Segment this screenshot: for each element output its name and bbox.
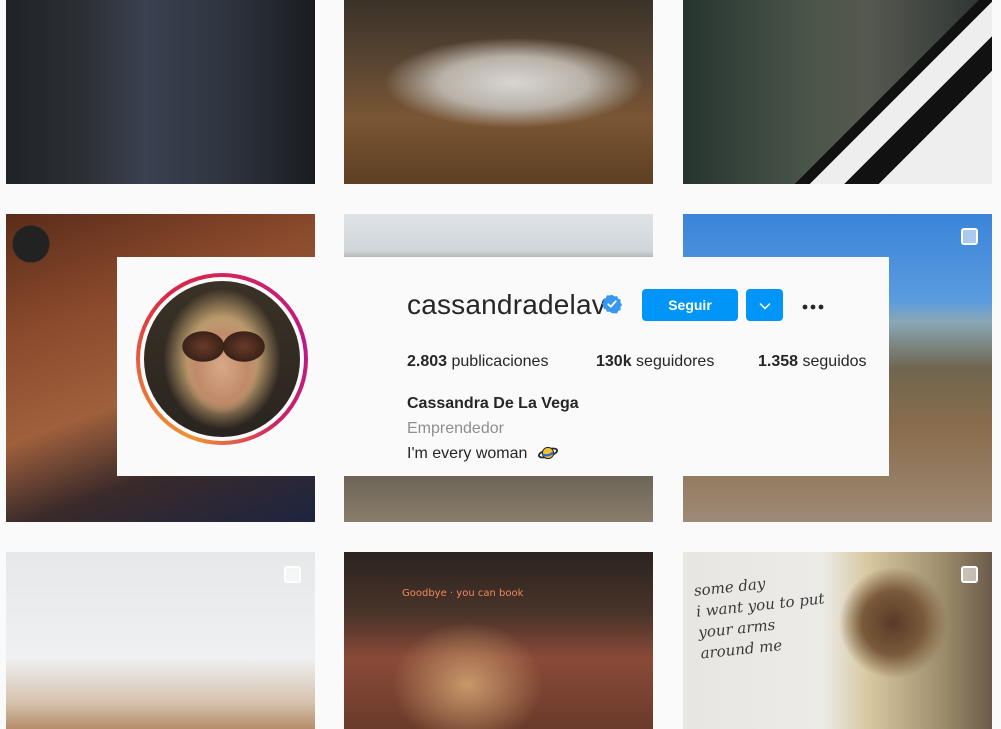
avatar-border: [140, 277, 304, 441]
profile-category: Emprendedor: [407, 420, 504, 437]
planet-emoji-icon: [537, 446, 558, 460]
followers-count[interactable]: 130k seguidores: [596, 353, 714, 371]
carousel-icon: [961, 566, 978, 583]
more-options-icon: [802, 304, 824, 309]
post-thumbnail[interactable]: [683, 0, 992, 184]
mural-text: some day i want you to put your arms aro…: [693, 567, 830, 664]
carousel-icon: [961, 228, 978, 245]
followers-count-label: seguidores: [636, 353, 715, 370]
suggested-accounts-button[interactable]: [746, 289, 783, 321]
post-thumbnail[interactable]: [6, 0, 315, 184]
post-thumbnail[interactable]: Goodbye · you can book: [344, 552, 653, 729]
following-count-label: seguidos: [802, 353, 867, 370]
posts-count-label: publicaciones: [451, 353, 549, 370]
posts-count: 2.803 publicaciones: [407, 353, 548, 371]
posts-count-value: 2.803: [407, 353, 448, 370]
following-count[interactable]: 1.358 seguidos: [758, 353, 867, 371]
post-thumbnail[interactable]: some day i want you to put your arms aro…: [683, 552, 992, 729]
neon-sign-text: Goodbye · you can book: [402, 588, 524, 599]
post-thumbnail[interactable]: [344, 0, 653, 184]
chevron-down-icon: [758, 302, 771, 310]
avatar[interactable]: [144, 281, 300, 437]
story-ring[interactable]: [136, 273, 308, 445]
carousel-icon: [284, 566, 301, 583]
following-count-value: 1.358: [758, 353, 799, 370]
profile-username: cassandradelav: [407, 289, 606, 320]
more-options-button[interactable]: [797, 289, 829, 321]
profile-bio: I'm every woman: [407, 445, 558, 463]
followers-count-value: 130k: [596, 353, 632, 370]
verified-badge-icon: [602, 294, 622, 314]
post-thumbnail[interactable]: [6, 552, 315, 729]
follow-button[interactable]: Seguir: [642, 289, 738, 321]
bio-text: I'm every woman: [407, 445, 528, 462]
profile-card: cassandradelav Seguir 2.803 publicacione…: [117, 257, 889, 476]
profile-full-name: Cassandra De La Vega: [407, 395, 579, 412]
